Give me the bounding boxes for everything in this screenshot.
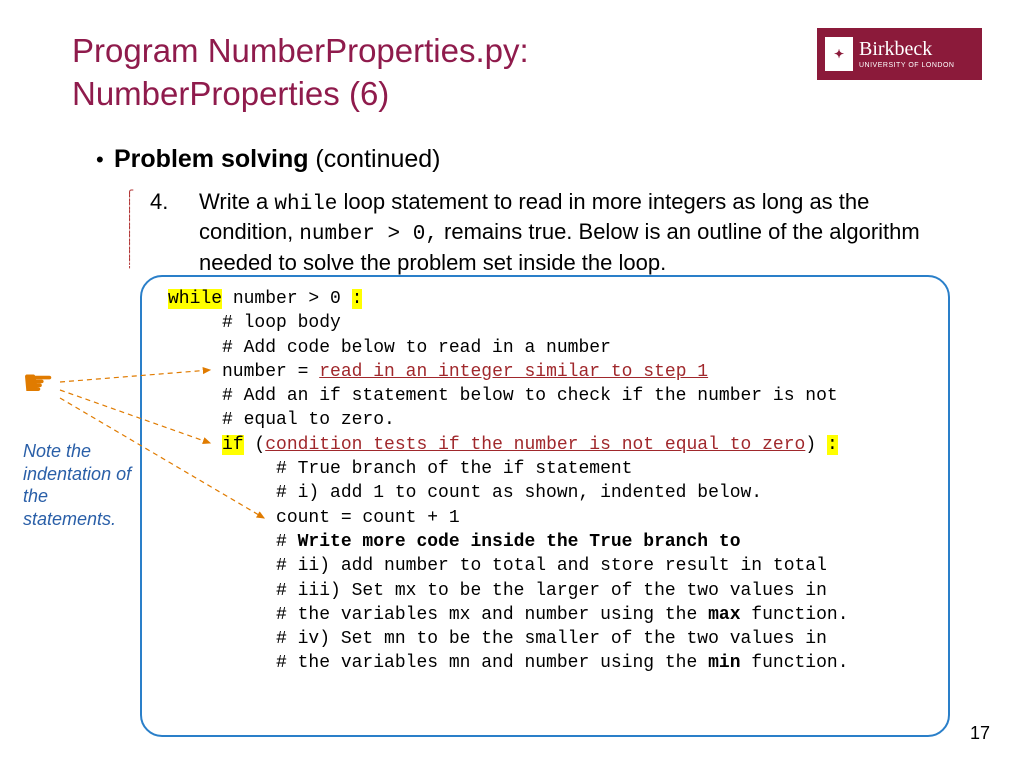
- birkbeck-logo: ✦ Birkbeck UNIVERSITY OF LONDON: [817, 28, 982, 80]
- code-block: while number > 0 : # loop body # Add cod…: [168, 287, 932, 676]
- logo-name: Birkbeck: [859, 39, 954, 59]
- page-number: 17: [970, 723, 990, 744]
- slide-title: Program NumberProperties.py: NumberPrope…: [72, 30, 529, 116]
- red-brace: ╭┊┊┊┊┊┊┊┊┊: [126, 186, 133, 266]
- indentation-note: Note the indentation of the statements.: [23, 440, 143, 530]
- pointing-hand-icon: ☛: [22, 362, 54, 404]
- logo-sub: UNIVERSITY OF LONDON: [859, 62, 954, 69]
- code-box: while number > 0 : # loop body # Add cod…: [140, 275, 950, 737]
- crest-icon: ✦: [825, 37, 853, 71]
- step-4: 4. Write a while loop statement to read …: [153, 188, 943, 276]
- section-heading: • Problem solving (continued): [114, 145, 441, 174]
